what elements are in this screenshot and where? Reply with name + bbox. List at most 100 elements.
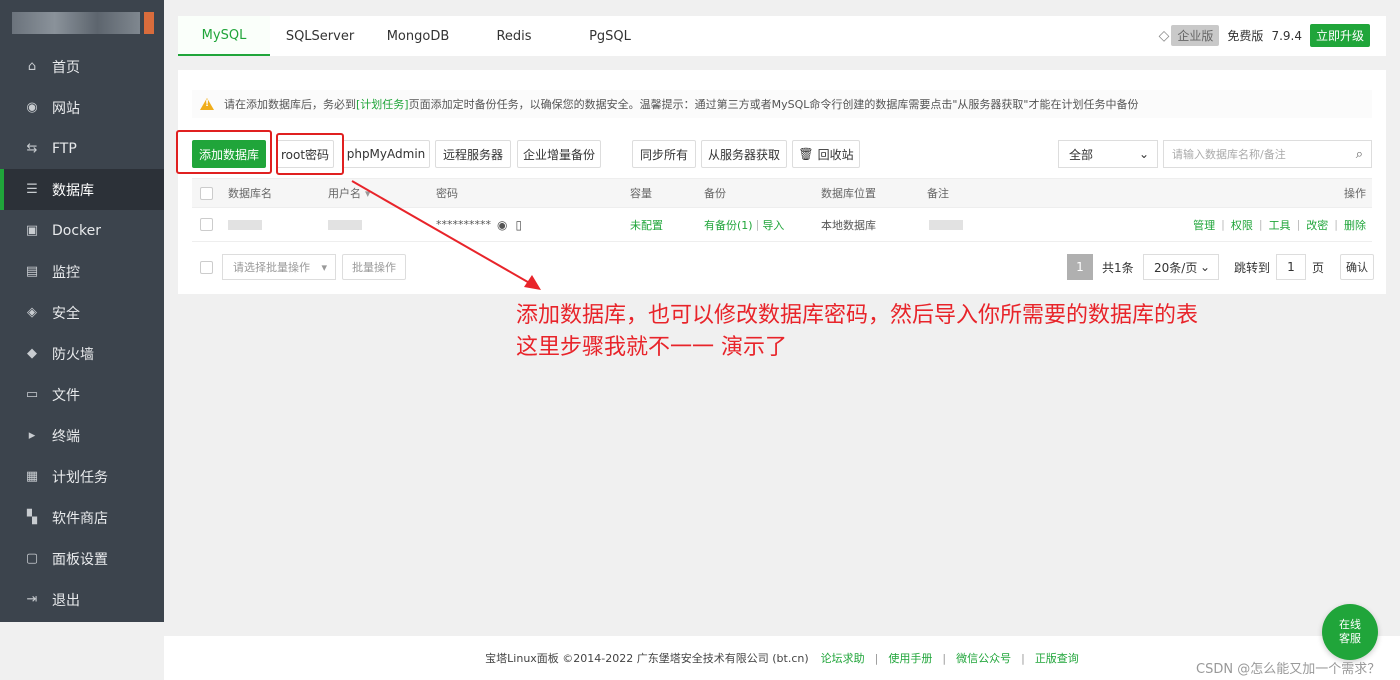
backup-link[interactable]: 有备份(1) — [704, 217, 753, 233]
recycle-bin-button[interactable]: 🗑 回收站 — [792, 140, 860, 168]
chat-line-1: 在线 — [1339, 618, 1361, 631]
checkbox[interactable] — [200, 186, 213, 200]
per-page-select[interactable]: 20条/页 ⌄ — [1143, 254, 1219, 280]
row-db-name[interactable] — [228, 208, 262, 241]
database-icon: ☰ — [26, 182, 38, 197]
chevron-down-icon: ⌄ — [1138, 147, 1149, 161]
row-location: 本地数据库 — [821, 218, 876, 232]
enterprise-badge[interactable]: ◇ 企业版 — [1159, 25, 1220, 46]
manual-link[interactable]: 使用手册 — [888, 650, 932, 666]
confirm-button[interactable]: 确认 — [1340, 254, 1374, 280]
sidebar-item-site[interactable]: ◉ 网站 — [0, 87, 164, 128]
checkbox[interactable] — [200, 218, 213, 231]
separator: | — [1296, 218, 1301, 231]
license-link[interactable]: 正版查询 — [1035, 650, 1079, 666]
upgrade-button[interactable]: 立即升级 — [1309, 24, 1370, 47]
remote-server-button[interactable]: 远程服务器 — [435, 140, 511, 168]
logo-accent — [144, 12, 154, 34]
apps-icon: ▚ — [27, 510, 37, 525]
terminal-icon: ▸ — [28, 428, 36, 443]
blurred-value — [929, 219, 963, 230]
permission-link[interactable]: 权限 — [1231, 217, 1253, 233]
row-capacity[interactable]: 未配置 — [630, 208, 663, 241]
docker-icon: ▣ — [25, 223, 39, 238]
table-row: ********** ◉ ▯ 未配置 有备份(1) | 导入 本地数据库 管理 | 权… — [192, 208, 1372, 242]
sidebar-item-ftp[interactable]: ⇆ FTP — [0, 128, 164, 169]
eye-icon[interactable]: ◉ — [497, 218, 507, 232]
batch-button[interactable]: 批量操作 — [342, 254, 406, 280]
select-all-checkbox[interactable] — [200, 179, 213, 207]
copy-icon[interactable]: ▯ — [515, 218, 522, 232]
search-placeholder: 请输入数据库名称/备注 — [1172, 148, 1286, 161]
total-count: 共1条 — [1102, 260, 1134, 275]
database-panel: 请在添加数据库后，务必到[计划任务]页面添加定时备份任务，以确保您的数据安全。温… — [176, 70, 1386, 294]
sidebar-item-security[interactable]: ◈ 安全 — [0, 292, 164, 333]
tab-redis[interactable]: Redis — [466, 16, 562, 56]
sidebar-item-label: FTP — [52, 140, 77, 157]
row-note[interactable] — [929, 208, 963, 241]
sidebar-item-terminal[interactable]: ▸ 终端 — [0, 415, 164, 456]
manage-link[interactable]: 管理 — [1193, 217, 1215, 233]
notice-text: 请在添加数据库后，务必到[计划任务]页面添加定时备份任务，以确保您的数据安全。温… — [224, 96, 1138, 112]
online-support-button[interactable]: 在线 客服 — [1322, 604, 1378, 660]
phpmyadmin-button[interactable]: phpMyAdmin — [342, 140, 430, 168]
sidebar-item-database[interactable]: ☰ 数据库 — [0, 169, 164, 210]
page-number[interactable]: 1 — [1067, 254, 1093, 280]
firewall-icon: ◆ — [27, 346, 37, 361]
search-input[interactable]: 请输入数据库名称/备注 ⌕ — [1163, 140, 1372, 168]
blurred-value — [328, 219, 362, 230]
header-user[interactable]: 用户名 ▾ — [328, 179, 371, 207]
separator: | — [1258, 218, 1263, 231]
wechat-link[interactable]: 微信公众号 — [956, 650, 1011, 666]
delete-link[interactable]: 删除 — [1344, 217, 1366, 233]
tools-link[interactable]: 工具 — [1269, 217, 1291, 233]
sync-all-button[interactable]: 同步所有 — [632, 140, 696, 168]
sidebar-item-label: 计划任务 — [52, 469, 108, 486]
sidebar-item-label: 监控 — [52, 264, 80, 281]
footer-checkbox[interactable] — [200, 254, 213, 280]
per-page-value: 20条/页 — [1154, 260, 1198, 275]
cron-link[interactable]: [计划任务] — [356, 98, 409, 111]
checkbox[interactable] — [200, 260, 213, 274]
recycle-bin-label: 回收站 — [817, 147, 854, 162]
enterprise-backup-button[interactable]: 企业增量备份 — [517, 140, 601, 168]
sidebar-item-store[interactable]: ▚ 软件商店 — [0, 497, 164, 538]
sidebar-item-firewall[interactable]: ◆ 防火墙 — [0, 333, 164, 374]
sidebar-item-label: Docker — [52, 222, 102, 239]
sidebar-item-home[interactable]: ⌂ 首页 — [0, 46, 164, 87]
sidebar-item-settings[interactable]: ▢ 面板设置 — [0, 538, 164, 579]
goto-input[interactable]: 1 — [1276, 254, 1306, 280]
sidebar-item-monitor[interactable]: ▤ 监控 — [0, 251, 164, 292]
batch-select[interactable]: 请选择批量操作 ▾ — [222, 254, 336, 280]
filter-select[interactable]: 全部 ⌄ — [1058, 140, 1158, 168]
forum-link[interactable]: 论坛求助 — [821, 650, 865, 666]
tab-mongodb[interactable]: MongoDB — [370, 16, 466, 56]
sidebar-item-label: 安全 — [52, 305, 80, 322]
globe-icon: ◉ — [26, 100, 38, 115]
notice-pre: 请在添加数据库后，务必到 — [224, 98, 356, 111]
sidebar-item-docker[interactable]: ▣ Docker — [0, 210, 164, 251]
tab-pgsql[interactable]: PgSQL — [562, 16, 658, 56]
tab-mysql[interactable]: MySQL — [178, 16, 270, 56]
shield-icon: ◈ — [27, 305, 37, 320]
sidebar-item-files[interactable]: ▭ 文件 — [0, 374, 164, 415]
change-password-link[interactable]: 改密 — [1306, 217, 1328, 233]
sidebar-item-cron[interactable]: ▦ 计划任务 — [0, 456, 164, 497]
row-checkbox[interactable] — [200, 208, 213, 241]
annotation-text: 添加数据库，也可以修改数据库密码，然后导入你所需要的数据库的表 这里步骤我就不一… — [516, 300, 1198, 364]
row-password: ********** ◉ ▯ — [436, 208, 522, 241]
password-mask: ********** — [436, 218, 491, 231]
header-user-label: 用户名 — [328, 187, 361, 200]
monitor-icon: ▤ — [25, 264, 39, 279]
table-footer: 请选择批量操作 ▾ 批量操作 1 共1条 20条/页 ⌄ 跳转到 1 页 确认 — [192, 254, 1374, 280]
annotation-line-1: 添加数据库，也可以修改数据库密码，然后导入你所需要的数据库的表 — [516, 303, 1199, 328]
sidebar-item-label: 面板设置 — [52, 551, 108, 568]
tab-sqlserver[interactable]: SQLServer — [270, 16, 370, 56]
header-name[interactable]: 数据库名 — [228, 179, 272, 207]
search-icon[interactable]: ⌕ — [1356, 147, 1363, 162]
fetch-from-server-button[interactable]: 从服务器获取 — [701, 140, 787, 168]
watermark: CSDN @怎么能又加一个需求？ — [1196, 662, 1381, 677]
import-link[interactable]: 导入 — [762, 217, 784, 233]
sidebar-item-logout[interactable]: ⇥ 退出 — [0, 579, 164, 620]
diamond-icon: ◇ — [1158, 27, 1170, 44]
